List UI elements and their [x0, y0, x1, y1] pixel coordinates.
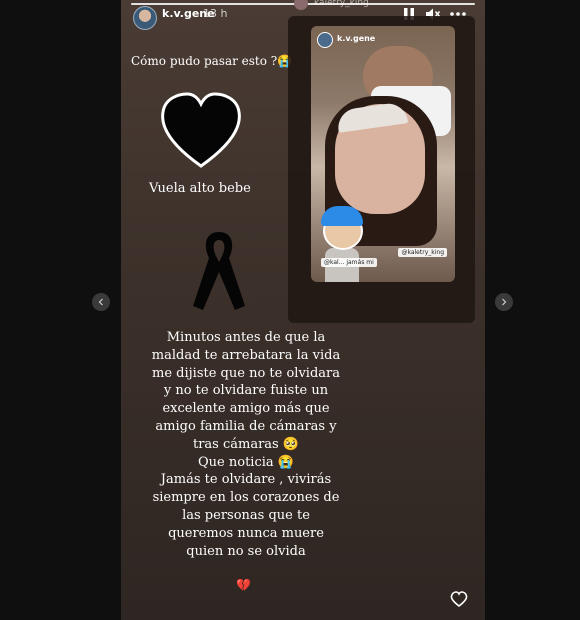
caption-text: Vuela alto bebe: [149, 181, 251, 196]
chevron-left-icon: [98, 298, 103, 306]
message-line: excelente amigo más que: [162, 401, 330, 417]
message-line: Jamás te olvidare , vivirás: [160, 472, 332, 488]
message-line: las personas que te: [182, 507, 310, 523]
black-heart-icon: [161, 92, 241, 168]
sticker-cap: [321, 206, 363, 226]
chevron-right-icon: [502, 298, 507, 306]
sticker-text: @kal... jamás mi: [321, 258, 377, 267]
reposted-avatar: [317, 32, 333, 48]
avatar[interactable]: [133, 6, 157, 30]
previous-story-button[interactable]: [92, 293, 110, 311]
message-line: Que noticia 😭: [198, 454, 294, 470]
message-line: siempre en los corazones de: [152, 490, 340, 506]
message-line: queremos nunca muere: [168, 525, 324, 541]
tagged-username: kaletry_king: [314, 0, 369, 8]
mourning-ribbon-icon: [193, 232, 245, 310]
message-line: tras cámaras 🥺: [192, 436, 300, 452]
broken-heart-emoji: 💔: [236, 578, 251, 592]
message-line: Minutos antes de que la: [166, 330, 326, 345]
message-line: amigo familia de cámaras y: [155, 418, 337, 434]
reposted-username: k.v.gene: [337, 34, 376, 43]
story-card: k.v.gene 13 h kaletry_king Cómo pudo pas…: [121, 0, 485, 620]
mention-tag[interactable]: @kaletry_king: [398, 248, 447, 257]
reposted-story-image[interactable]: k.v.gene @kal... jamás mi @kaletry_king: [311, 26, 455, 282]
message-line: y no te olvidare fuiste un: [163, 383, 329, 399]
message-line: maldad te arrebatara la vida: [151, 347, 341, 363]
tagged-avatar: [294, 0, 308, 10]
story-title-text: Cómo pudo pasar esto ?😭: [131, 54, 293, 68]
next-story-button[interactable]: [495, 293, 513, 311]
message-line: me dijiste que no te olvidara: [152, 365, 340, 381]
message-line: quien no se olvida: [186, 543, 306, 559]
heart-like-icon[interactable]: [450, 590, 468, 608]
tribute-message: Minutos antes de que la maldad te arreba…: [131, 329, 361, 560]
story-time: 13 h: [203, 7, 228, 20]
